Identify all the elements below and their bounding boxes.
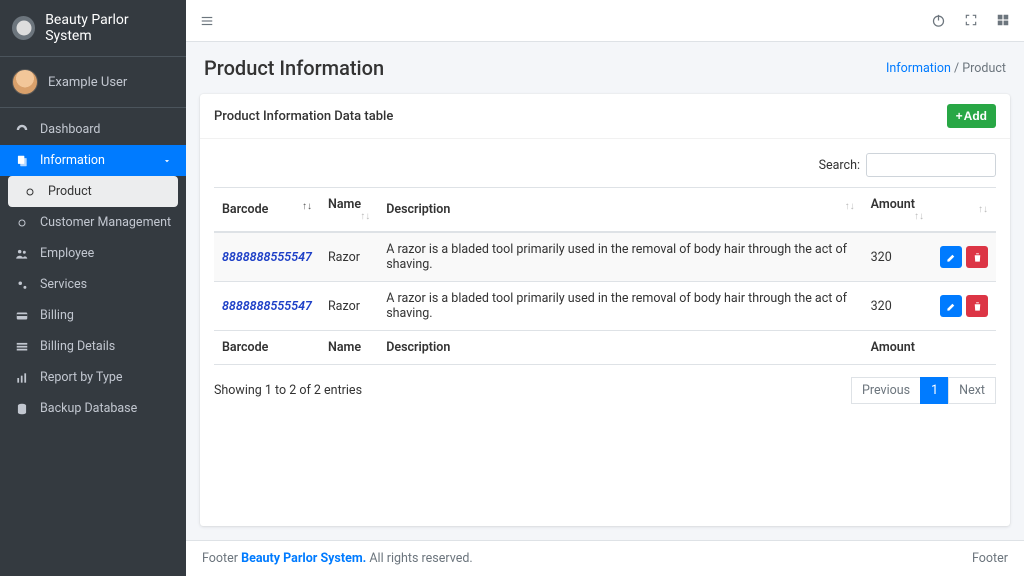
copy-icon	[14, 154, 30, 168]
sort-icon: ↑↓	[302, 202, 312, 212]
main: Product Information Information / Produc…	[186, 0, 1024, 576]
card-header: Product Information Data table +Add	[200, 94, 1010, 139]
circle-icon	[14, 217, 30, 229]
table-row: 8888888555547 Razor A razor is a bladed …	[214, 282, 996, 331]
cogs-icon	[14, 278, 30, 292]
content-header: Product Information Information / Produc…	[186, 42, 1024, 94]
list-icon	[14, 340, 30, 354]
fcol-actions	[932, 331, 996, 365]
grid-icon[interactable]	[996, 13, 1010, 28]
page-title: Product Information	[204, 56, 384, 80]
sidebar-item-billing[interactable]: Billing	[0, 300, 186, 331]
table-footer: Showing 1 to 2 of 2 entries Previous 1 N…	[214, 377, 996, 404]
pager-next[interactable]: Next	[948, 377, 996, 404]
topbar	[186, 0, 1024, 42]
brand-logo-icon	[12, 16, 35, 40]
sort-icon: ↑↓	[978, 205, 988, 215]
sort-icon: ↑↓	[914, 212, 924, 222]
circle-icon	[22, 186, 38, 198]
power-icon[interactable]	[931, 13, 946, 28]
avatar	[12, 69, 38, 95]
card-title: Product Information Data table	[214, 109, 393, 124]
footer-brand[interactable]: Beauty Parlor System.	[241, 551, 366, 566]
search-row: Search:	[214, 153, 996, 177]
sidebar-item-report[interactable]: Report by Type	[0, 362, 186, 393]
brand[interactable]: Beauty Parlor System	[0, 0, 186, 57]
sidebar-item-billing-details[interactable]: Billing Details	[0, 331, 186, 362]
sort-icon: ↑↓	[845, 202, 855, 212]
pager-page-1[interactable]: 1	[920, 377, 949, 404]
cell-desc: A razor is a bladed tool primarily used …	[378, 282, 862, 331]
sidebar-item-label: Billing	[40, 308, 74, 323]
breadcrumb-current: Product	[962, 61, 1006, 76]
breadcrumb: Information / Product	[886, 61, 1006, 76]
pager-prev[interactable]: Previous	[851, 377, 921, 404]
chevron-down-icon	[162, 156, 172, 166]
dashboard-icon	[14, 123, 30, 137]
nav: Dashboard Information Product Customer M…	[0, 108, 186, 430]
sidebar-item-label: Customer Management	[40, 215, 171, 230]
sidebar-item-customer[interactable]: Customer Management	[0, 207, 186, 238]
sidebar-item-services[interactable]: Services	[0, 269, 186, 300]
sidebar-item-label: Report by Type	[40, 370, 123, 385]
barcode-link[interactable]: 8888888555547	[222, 299, 312, 314]
sidebar-item-label: Product	[48, 184, 92, 199]
breadcrumb-parent[interactable]: Information	[886, 61, 951, 76]
table-row: 8888888555547 Razor A razor is a bladed …	[214, 232, 996, 282]
sidebar-item-label: Information	[40, 153, 105, 168]
cell-name: Razor	[320, 282, 378, 331]
card-body: Search: Barcode↑↓ Name↑↓ Description↑↓ A…	[200, 139, 1010, 526]
credit-icon	[14, 309, 30, 323]
chart-icon	[14, 371, 30, 385]
sidebar-item-label: Backup Database	[40, 401, 137, 416]
sidebar-item-label: Employee	[40, 246, 94, 261]
cell-desc: A razor is a bladed tool primarily used …	[378, 232, 862, 282]
pager: Previous 1 Next	[852, 377, 996, 404]
footer-right: Footer	[972, 551, 1008, 566]
product-table: Barcode↑↓ Name↑↓ Description↑↓ Amount↑↓ …	[214, 187, 996, 365]
card: Product Information Data table +Add Sear…	[200, 94, 1010, 526]
sidebar-item-label: Dashboard	[40, 122, 100, 137]
sidebar-item-product[interactable]: Product	[8, 176, 178, 207]
user-name: Example User	[48, 75, 127, 90]
plus-icon: +	[956, 109, 963, 123]
user-panel[interactable]: Example User	[0, 57, 186, 108]
fcol-name: Name	[320, 331, 378, 365]
sidebar-item-information[interactable]: Information	[0, 145, 186, 176]
fullscreen-icon[interactable]	[964, 13, 978, 28]
sidebar-item-label: Billing Details	[40, 339, 115, 354]
col-desc[interactable]: Description↑↓	[378, 188, 862, 233]
cell-amount: 320	[863, 282, 932, 331]
sidebar-item-employee[interactable]: Employee	[0, 238, 186, 269]
sidebar: Beauty Parlor System Example User Dashbo…	[0, 0, 186, 576]
fcol-barcode: Barcode	[214, 331, 320, 365]
table-info: Showing 1 to 2 of 2 entries	[214, 383, 362, 398]
edit-button[interactable]	[940, 246, 962, 268]
brand-title: Beauty Parlor System	[45, 12, 174, 44]
sort-icon: ↑↓	[360, 212, 370, 222]
add-button[interactable]: +Add	[947, 104, 996, 128]
barcode-link[interactable]: 8888888555547	[222, 250, 312, 265]
edit-button[interactable]	[940, 295, 962, 317]
search-input[interactable]	[866, 153, 996, 177]
sidebar-item-dashboard[interactable]: Dashboard	[0, 114, 186, 145]
search-label: Search:	[819, 158, 860, 173]
col-amount[interactable]: Amount↑↓	[863, 188, 932, 233]
users-icon	[14, 247, 30, 261]
sidebar-item-label: Services	[40, 277, 87, 292]
col-name[interactable]: Name↑↓	[320, 188, 378, 233]
fcol-amount: Amount	[863, 331, 932, 365]
cell-amount: 320	[863, 232, 932, 282]
footer: Footer Beauty Parlor System. All rights …	[186, 540, 1024, 576]
sidebar-item-backup[interactable]: Backup Database	[0, 393, 186, 424]
delete-button[interactable]	[966, 295, 988, 317]
menu-toggle-icon[interactable]	[200, 14, 214, 28]
delete-button[interactable]	[966, 246, 988, 268]
cell-name: Razor	[320, 232, 378, 282]
database-icon	[14, 402, 30, 416]
col-actions: ↑↓	[932, 188, 996, 233]
col-barcode[interactable]: Barcode↑↓	[214, 188, 320, 233]
fcol-desc: Description	[378, 331, 862, 365]
